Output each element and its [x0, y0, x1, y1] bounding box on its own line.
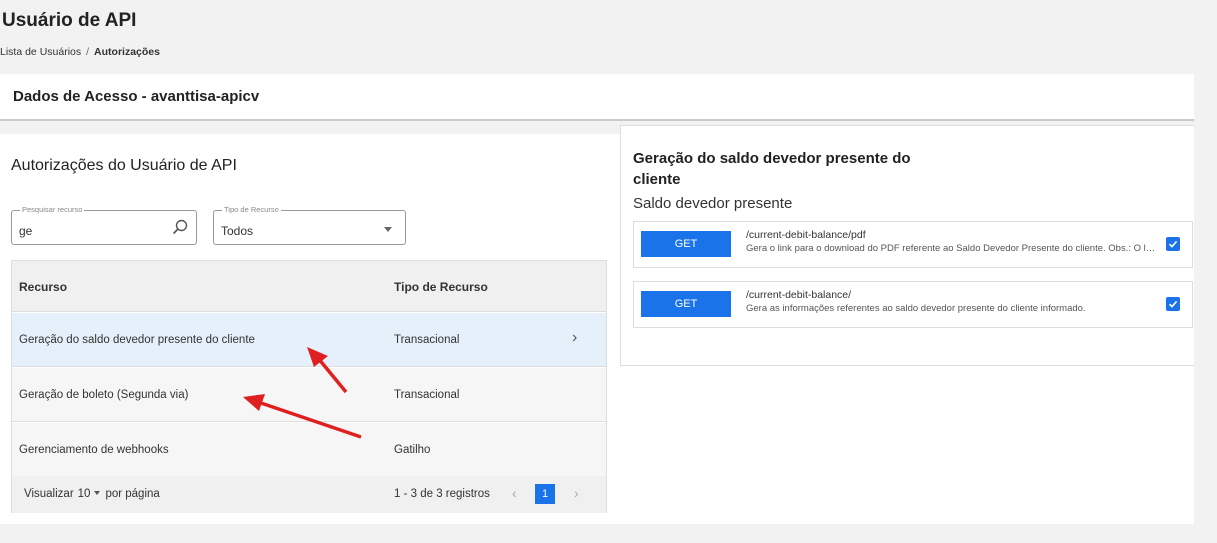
column-header-resource[interactable]: Recurso	[19, 280, 67, 294]
per-page-label: Visualizar	[24, 488, 74, 500]
breadcrumb-separator: /	[86, 46, 90, 58]
previous-page-button[interactable]: ‹	[512, 485, 517, 501]
resource-detail-panel: Geração do saldo devedor presente do cli…	[620, 125, 1194, 366]
per-page-suffix: por página	[105, 488, 160, 500]
search-resource-field[interactable]: Pesquisar recurso ge	[11, 205, 197, 245]
caret-down-icon[interactable]	[94, 491, 101, 495]
access-title: Dados de Acesso - avanttisa-apicv	[13, 88, 260, 105]
resources-table: Recurso Tipo de Recurso Geração do saldo…	[11, 260, 607, 513]
resource-type-label: Tipo de Recurso	[222, 205, 281, 214]
search-icon[interactable]	[171, 218, 189, 236]
access-card[interactable]: Dados de Acesso - avanttisa-apicv	[0, 74, 1194, 121]
page-title: Usuário de API	[2, 10, 137, 31]
table-row[interactable]: Geração do saldo devedor presente do cli…	[12, 313, 606, 367]
resource-type-value: Todos	[221, 224, 254, 238]
next-page-button[interactable]: ›	[574, 485, 579, 501]
row-type: Transacional	[394, 389, 460, 401]
breadcrumb: Lista de Usuários / Autorizações	[0, 46, 160, 58]
detail-title: Geração do saldo devedor presente do cli…	[633, 150, 911, 188]
method-get-button[interactable]: GET	[641, 231, 731, 257]
chevron-right-icon[interactable]: ›	[572, 329, 577, 347]
authorizations-title: Autorizações do Usuário de API	[11, 157, 237, 174]
endpoint-description: Gera as informações referentes ao saldo …	[746, 303, 1086, 314]
endpoint-checkbox[interactable]	[1166, 297, 1180, 311]
per-page-value: 10	[77, 488, 91, 500]
page-button-current[interactable]: 1	[535, 484, 555, 504]
table-row[interactable]: Geração de boleto (Segunda via) Transaci…	[12, 368, 606, 422]
check-icon	[1168, 240, 1178, 248]
row-resource: Gerenciamento de webhooks	[19, 444, 169, 456]
column-header-type[interactable]: Tipo de Recurso	[394, 280, 488, 294]
row-resource: Geração de boleto (Segunda via)	[19, 389, 189, 401]
table-row[interactable]: Gerenciamento de webhooks Gatilho	[12, 423, 606, 477]
endpoint-checkbox[interactable]	[1166, 237, 1180, 251]
breadcrumb-parent-link[interactable]: Lista de Usuários	[0, 46, 81, 58]
endpoint-path: /current-debit-balance/pdf	[746, 229, 866, 241]
row-resource: Geração do saldo devedor presente do cli…	[19, 334, 255, 346]
method-get-button[interactable]: GET	[641, 291, 731, 317]
endpoint-path: /current-debit-balance/	[746, 289, 852, 301]
endpoint-item: GET /current-debit-balance/ Gera as info…	[633, 281, 1193, 328]
table-header: Recurso Tipo de Recurso	[12, 261, 606, 312]
page-header: Usuário de API Lista de Usuários / Autoriz…	[0, 0, 1194, 74]
detail-subtitle: Saldo devedor presente	[633, 195, 793, 212]
check-icon	[1168, 300, 1178, 308]
records-count: 1 - 3 de 3 registros	[394, 488, 490, 500]
endpoint-description: Gera o link para o download do PDF refer…	[746, 243, 1156, 254]
resource-type-select[interactable]: Tipo de Recurso Todos	[213, 205, 406, 245]
endpoint-item: GET /current-debit-balance/pdf Gera o li…	[633, 221, 1193, 268]
search-resource-label: Pesquisar recurso	[20, 205, 85, 214]
search-resource-input[interactable]: ge	[19, 224, 32, 238]
table-footer: Visualizar 10 por página 1 - 3 de 3 regist…	[12, 476, 606, 513]
row-type: Transacional	[394, 334, 460, 346]
dropdown-arrow-icon[interactable]	[384, 227, 392, 232]
breadcrumb-current: Autorizações	[94, 46, 160, 58]
per-page-selector[interactable]: Visualizar 10 por página	[24, 488, 160, 500]
row-type: Gatilho	[394, 444, 431, 456]
